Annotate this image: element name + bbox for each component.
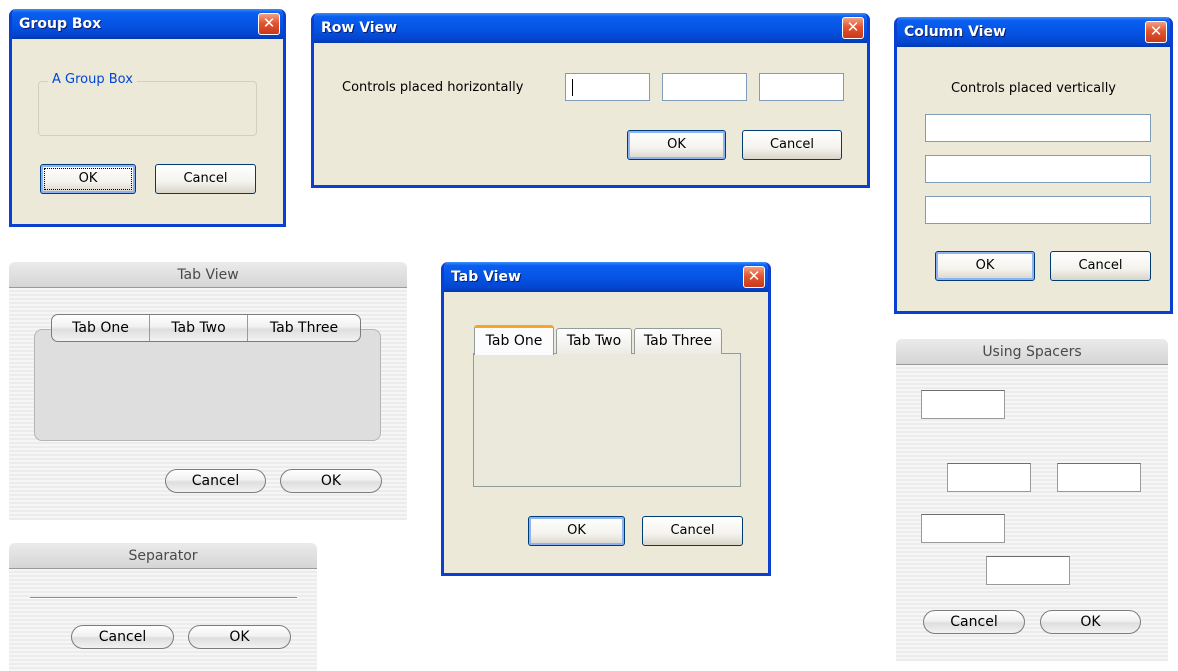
row-input-3[interactable] [759, 73, 844, 101]
tab-strip: Tab One Tab Two Tab Three [51, 314, 361, 342]
row-input-2[interactable] [662, 73, 747, 101]
cancel-button[interactable]: Cancel [155, 164, 256, 194]
tab-panel [473, 353, 741, 487]
ok-button[interactable]: OK [528, 516, 625, 546]
mac-tab-view-window: Tab View Tab One Tab Two Tab Three Cance… [9, 262, 407, 520]
close-icon[interactable]: ✕ [842, 17, 864, 39]
title-bar[interactable]: Tab View ✕ [444, 262, 768, 292]
window-title: Row View [321, 20, 398, 36]
xp-tab-view-window: Tab View ✕ Tab One Tab Two Tab Three OK … [441, 262, 771, 576]
window-title: Group Box [19, 16, 102, 32]
tab-two[interactable]: Tab Two [556, 328, 632, 354]
spacer-input-1[interactable] [921, 390, 1005, 419]
title-bar[interactable]: Column View ✕ [897, 17, 1170, 47]
row-input-1[interactable] [565, 73, 650, 101]
cancel-button[interactable]: Cancel [1050, 251, 1151, 281]
group-box [38, 81, 257, 136]
cancel-button[interactable]: Cancel [923, 610, 1025, 634]
title-bar[interactable]: Group Box ✕ [12, 9, 283, 39]
spacer-input-2[interactable] [947, 463, 1031, 492]
ok-button[interactable]: OK [188, 625, 291, 649]
tab-three[interactable]: Tab Three [634, 328, 722, 354]
close-icon[interactable]: ✕ [1145, 21, 1167, 43]
ok-button[interactable]: OK [280, 469, 382, 493]
close-icon[interactable]: ✕ [743, 266, 765, 288]
spacer-input-3[interactable] [1057, 463, 1141, 492]
spacer-input-5[interactable] [986, 556, 1070, 585]
window-title: Column View [904, 24, 1006, 40]
close-icon[interactable]: ✕ [258, 13, 280, 35]
cancel-button[interactable]: Cancel [165, 469, 266, 493]
group-box-window: Group Box ✕ A Group Box OK Cancel [9, 9, 286, 227]
column-label: Controls placed vertically [950, 81, 1117, 96]
cancel-button[interactable]: Cancel [742, 130, 842, 160]
ok-button[interactable]: OK [40, 164, 136, 194]
column-input-2[interactable] [925, 155, 1151, 183]
column-input-1[interactable] [925, 114, 1151, 142]
ok-button[interactable]: OK [935, 251, 1035, 281]
row-label: Controls placed horizontally [342, 80, 524, 95]
window-title: Separator [9, 543, 317, 569]
window-title: Using Spacers [896, 339, 1168, 365]
using-spacers-window: Using Spacers Cancel OK [896, 339, 1168, 661]
column-view-window: Column View ✕ Controls placed vertically… [894, 17, 1173, 314]
window-title: Tab View [9, 262, 407, 288]
tab-three[interactable]: Tab Three [248, 315, 360, 341]
spacer-input-4[interactable] [921, 514, 1005, 543]
separator-window: Separator Cancel OK [9, 543, 317, 671]
separator-line [30, 597, 297, 599]
tab-one[interactable]: Tab One [474, 325, 554, 355]
window-title: Tab View [451, 269, 521, 285]
column-input-3[interactable] [925, 196, 1151, 224]
title-bar[interactable]: Row View ✕ [314, 13, 867, 43]
text-caret [572, 79, 573, 96]
ok-button[interactable]: OK [1040, 610, 1141, 634]
tab-two[interactable]: Tab Two [150, 315, 248, 341]
group-box-label: A Group Box [48, 72, 137, 87]
ok-button[interactable]: OK [627, 130, 726, 160]
tab-panel [34, 329, 381, 441]
cancel-button[interactable]: Cancel [71, 625, 174, 649]
tab-one[interactable]: Tab One [52, 315, 150, 341]
cancel-button[interactable]: Cancel [642, 516, 743, 546]
row-view-window: Row View ✕ Controls placed horizontally … [311, 13, 870, 188]
